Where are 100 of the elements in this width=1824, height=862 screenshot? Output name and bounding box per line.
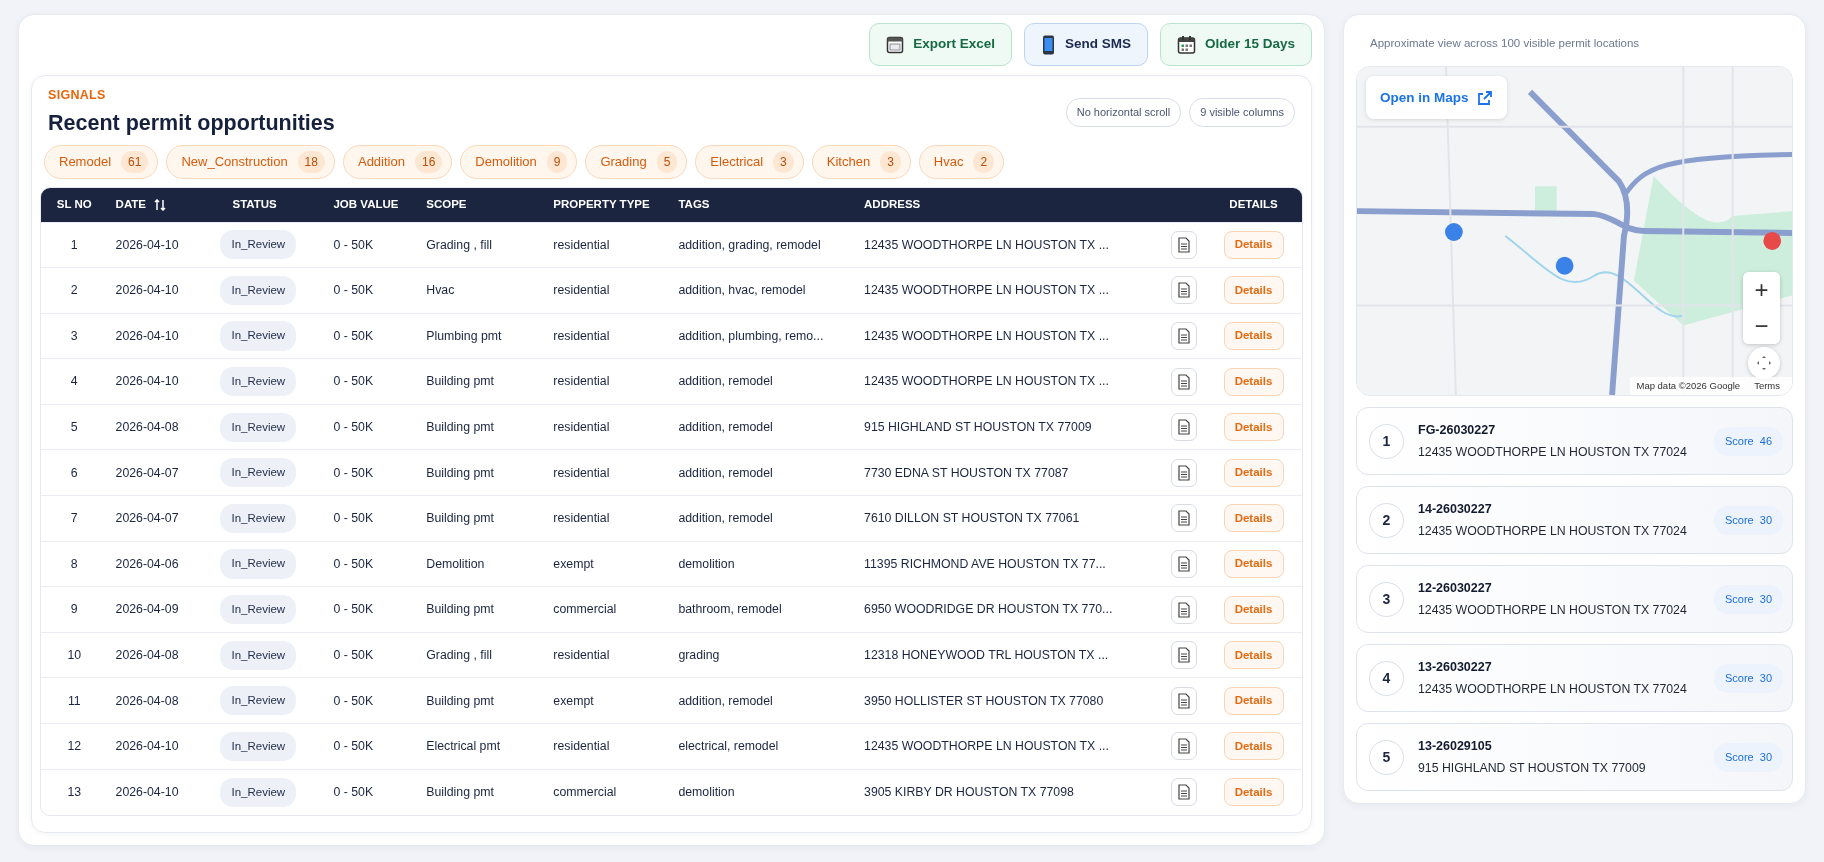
status-pill: In_Review	[220, 458, 297, 488]
table-cell: addition, plumbing, remo...	[678, 328, 824, 343]
column-header: TAGS	[678, 197, 710, 213]
status-pill: In_Review	[220, 321, 297, 351]
column-header: STATUS	[232, 197, 277, 213]
document-button[interactable]	[1171, 732, 1198, 761]
score-pill: Score 46	[1713, 427, 1783, 456]
table-cell: exempt	[553, 556, 594, 571]
table-cell: commercial	[553, 602, 617, 617]
table-cell: Grading , fill	[426, 647, 492, 662]
details-button[interactable]: Details	[1223, 413, 1284, 442]
document-button[interactable]	[1171, 504, 1198, 533]
details-button[interactable]: Details	[1223, 778, 1284, 807]
table-cell: grading	[678, 647, 720, 662]
section-eyebrow: SIGNALS	[48, 87, 107, 104]
rank-number: 2	[1369, 502, 1404, 538]
table-cell: 0 - 50K	[333, 647, 374, 662]
table-cell: 0 - 50K	[333, 374, 374, 389]
toolbar-button[interactable]: Send SMS	[1023, 23, 1148, 66]
table-cell: 0 - 50K	[333, 511, 374, 526]
document-button[interactable]	[1171, 641, 1198, 670]
toolbar-button[interactable]: Older 15 Days	[1159, 23, 1312, 66]
table-cell: 2026-04-08	[115, 419, 179, 434]
details-button[interactable]: Details	[1223, 641, 1284, 670]
location-address: 12435 WOODTHORPE LN HOUSTON TX 77024	[1418, 602, 1687, 620]
document-button[interactable]	[1171, 458, 1198, 487]
table-cell: residential	[553, 511, 610, 526]
document-button[interactable]	[1171, 778, 1198, 807]
document-button[interactable]	[1171, 230, 1198, 259]
details-button[interactable]: Details	[1223, 230, 1284, 259]
status-pill: In_Review	[220, 686, 297, 716]
table-cell: residential	[553, 647, 610, 662]
table-cell: bathroom, remodel	[678, 602, 782, 617]
document-icon	[1178, 282, 1191, 299]
terms-link[interactable]: Terms	[1754, 379, 1780, 394]
table-cell: Electrical pmt	[426, 739, 501, 754]
table-cell-text: 12435 WOODTHORPE LN HOUSTON TX ...	[864, 236, 1109, 254]
document-button[interactable]	[1171, 276, 1198, 305]
table-cell: Demolition	[426, 556, 485, 571]
details-button[interactable]: Details	[1223, 732, 1284, 761]
document-button[interactable]	[1171, 595, 1198, 624]
document-icon	[1178, 373, 1191, 390]
document-button[interactable]	[1171, 686, 1198, 715]
document-button[interactable]	[1171, 322, 1198, 350]
map-attribution: Map data ©2026 Google	[1636, 379, 1741, 393]
toolbar-button[interactable]: Export Excel	[869, 23, 1012, 66]
table-cell: 13	[67, 784, 82, 799]
column-header: SL NO	[56, 197, 92, 213]
location-card[interactable]: 4 13-26030227 12435 WOODTHORPE LN HOUSTON TX 77024 Score 30	[1356, 644, 1793, 713]
filter-chip[interactable]: Remodel 61	[44, 145, 159, 179]
filter-chip[interactable]: Addition 16	[342, 145, 453, 179]
open-in-maps-button[interactable]: Open in Maps	[1366, 76, 1507, 120]
table-cell-text: 3950 HOLLISTER ST HOUSTON TX 77080	[864, 692, 1104, 710]
filter-chip[interactable]: Electrical 3	[695, 145, 804, 179]
permit-number: 13-26029105	[1418, 737, 1493, 755]
table-cell: residential	[553, 328, 610, 343]
chip-count: 61	[121, 151, 149, 173]
filter-chip[interactable]: Kitchen 3	[811, 145, 911, 179]
status-pill: In_Review	[220, 275, 297, 305]
table-cell-text: 915 HIGHLAND ST HOUSTON TX 77009	[864, 418, 1092, 436]
details-button[interactable]: Details	[1223, 276, 1284, 305]
score-pill: Score 30	[1713, 664, 1783, 693]
filter-chip[interactable]: Grading 5	[585, 145, 688, 179]
table-cell: Building pmt	[426, 784, 494, 799]
document-button[interactable]	[1171, 367, 1198, 396]
document-icon	[1178, 784, 1191, 801]
rank-number: 4	[1369, 660, 1404, 696]
filter-chip[interactable]: Hvac 2	[918, 145, 1005, 179]
status-pill: In_Review	[220, 640, 297, 670]
location-address: 915 HIGHLAND ST HOUSTON TX 77009	[1418, 760, 1646, 778]
table-cell: 2026-04-10	[115, 328, 179, 343]
table-cell: residential	[553, 237, 610, 252]
location-card[interactable]: 5 13-26029105 915 HIGHLAND ST HOUSTON TX 77009 Score 30	[1356, 723, 1793, 792]
chip-count: 5	[656, 151, 678, 173]
status-pill: In_Review	[220, 594, 297, 625]
details-button[interactable]: Details	[1223, 458, 1284, 487]
table-cell: residential	[553, 465, 610, 480]
table-cell: 0 - 50K	[333, 465, 374, 480]
details-button[interactable]: Details	[1223, 367, 1284, 396]
filter-chip[interactable]: Demolition 9	[460, 145, 578, 179]
table-cell: 0 - 50K	[333, 784, 374, 799]
location-card[interactable]: 1 FG-26030227 12435 WOODTHORPE LN HOUSTON TX 77024 Score 46	[1356, 407, 1793, 476]
table-cell: 7	[70, 511, 78, 526]
table-cell: residential	[553, 283, 610, 298]
details-button[interactable]: Details	[1223, 322, 1284, 350]
document-button[interactable]	[1171, 413, 1198, 442]
table-cell: Building pmt	[426, 602, 494, 617]
details-button[interactable]: Details	[1223, 504, 1284, 533]
details-button[interactable]: Details	[1223, 686, 1284, 715]
table-cell: 3	[70, 328, 78, 343]
details-button[interactable]: Details	[1223, 549, 1284, 578]
location-card[interactable]: 3 12-26030227 12435 WOODTHORPE LN HOUSTON TX 77024 Score 30	[1356, 565, 1793, 634]
filter-chip[interactable]: New_Construction 18	[166, 145, 335, 179]
details-button[interactable]: Details	[1223, 595, 1284, 624]
permit-number: FG-26030227	[1418, 421, 1497, 439]
table-cell: 0 - 50K	[333, 556, 374, 571]
document-button[interactable]	[1171, 549, 1198, 578]
zoom-out-button[interactable]: −	[1743, 308, 1780, 345]
location-card[interactable]: 2 14-26030227 12435 WOODTHORPE LN HOUSTON TX 77024 Score 30	[1356, 486, 1793, 555]
document-icon	[1178, 419, 1191, 436]
